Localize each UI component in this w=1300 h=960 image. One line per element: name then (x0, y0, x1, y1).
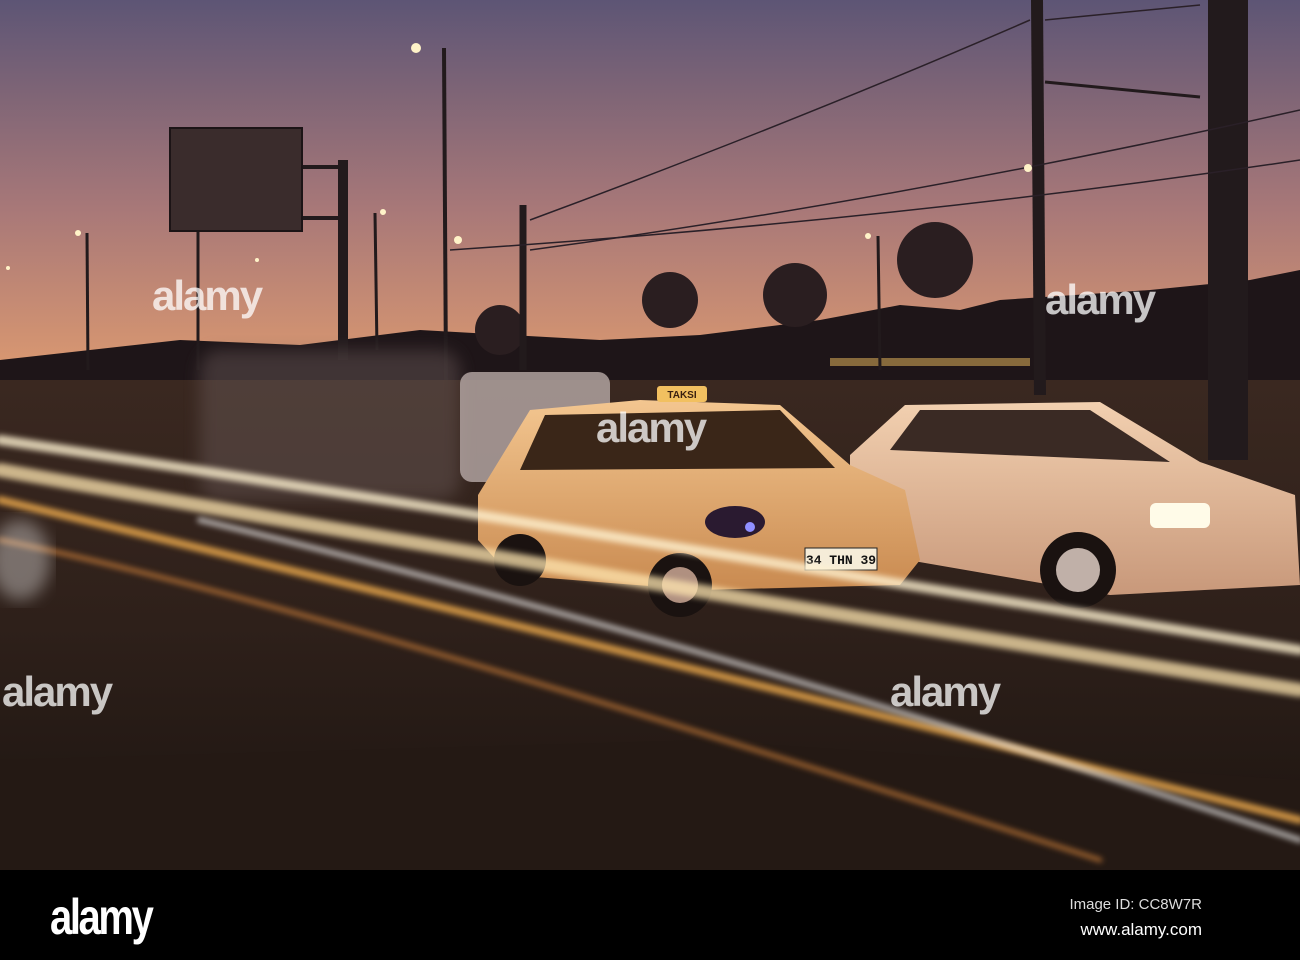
headlight (1150, 503, 1210, 528)
taxi-roof-sign-text: TAKSI (667, 390, 696, 401)
watermark: alamy (152, 272, 263, 319)
watermark: alamy (596, 404, 707, 451)
road-sign (169, 127, 303, 232)
watermark: alamy (1045, 276, 1156, 323)
watermark: alamy (2, 668, 113, 715)
watermark: alamy (890, 668, 1001, 715)
image-id: Image ID: CC8W7R (1069, 896, 1202, 913)
footer-bar: alamy Image ID: CC8W7R www.alamy.com (0, 870, 1300, 960)
street-night-photo: TAKSI 34 THN 39 alamy alamy alamy alamy … (0, 0, 1300, 870)
distant-lights (830, 358, 1030, 366)
alamy-logo: alamy (50, 889, 154, 945)
site-url[interactable]: www.alamy.com (1080, 920, 1202, 940)
